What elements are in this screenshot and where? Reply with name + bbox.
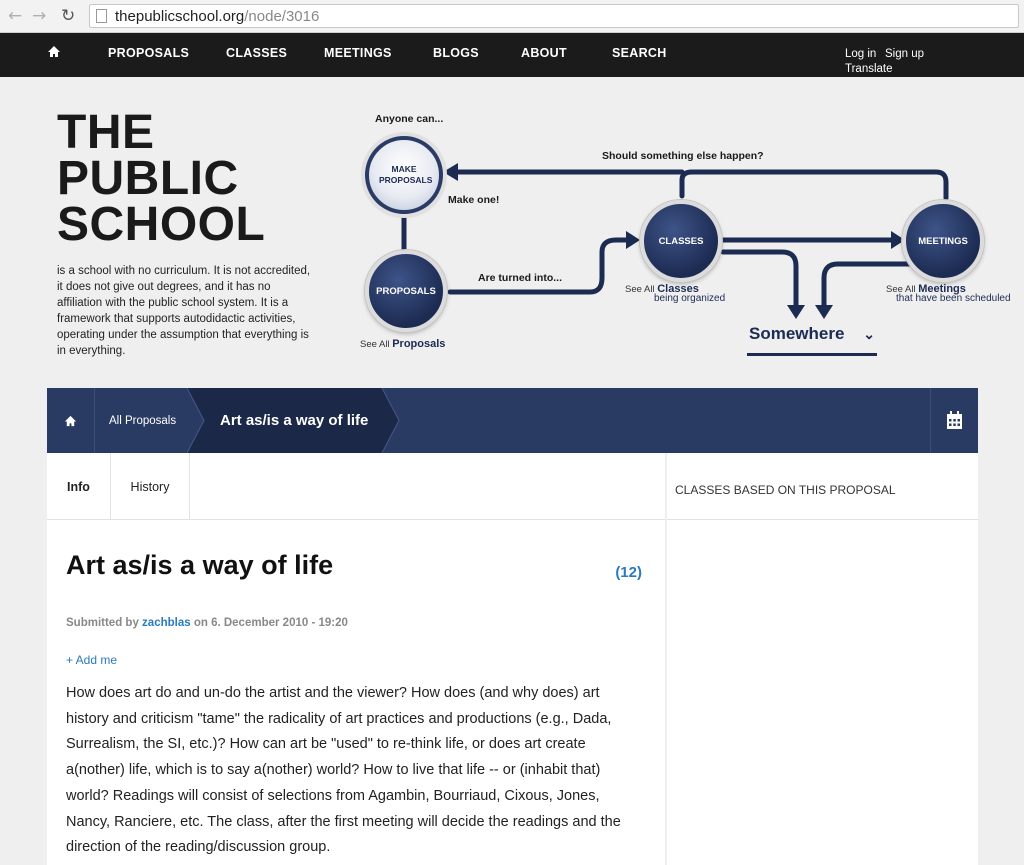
- proposal-body: How does art do and un-do the artist and…: [66, 685, 621, 856]
- home-icon[interactable]: [47, 45, 61, 59]
- diagram-make-one: Make one!: [448, 194, 500, 206]
- diagram-turned-into: Are turned into...: [478, 272, 562, 284]
- meetings-subtitle: that have been scheduled: [896, 293, 1011, 304]
- proposal-content: Info History Art as/is a way of life (12…: [47, 453, 665, 865]
- proposals-circle[interactable]: PROPOSALS: [365, 250, 447, 332]
- home-icon: [64, 415, 77, 427]
- see-all-proposals-link[interactable]: See All Proposals: [360, 338, 445, 350]
- sidebar: CLASSES BASED ON THIS PROPOSAL: [667, 453, 978, 865]
- url-text[interactable]: thepublicschool.org/node/3016: [115, 8, 319, 25]
- proposals-circle-label: PROPOSALS: [376, 285, 436, 297]
- calendar-icon: [947, 411, 962, 429]
- meetings-circle[interactable]: MEETINGS: [902, 200, 984, 282]
- see-all-classes-link[interactable]: See All Classes being organized: [625, 283, 725, 304]
- reload-icon[interactable]: ↻: [61, 6, 75, 26]
- nav-blogs[interactable]: BLOGS: [433, 46, 479, 60]
- address-bar[interactable]: thepublicschool.org/node/3016: [89, 4, 1019, 28]
- see-all-proposals-label: Proposals: [392, 338, 446, 350]
- breadcrumb: All Proposals Art as/is a way of life: [47, 388, 978, 453]
- breadcrumb-current: Art as/is a way of life: [187, 388, 400, 453]
- site-nav: PROPOSALS CLASSES MEETINGS BLOGS ABOUT S…: [0, 33, 1024, 77]
- browser-toolbar: ← → ↻ thepublicschool.org/node/3016: [0, 0, 1024, 33]
- nav-proposals[interactable]: PROPOSALS: [108, 46, 189, 60]
- calendar-button[interactable]: [930, 388, 978, 453]
- classes-circle[interactable]: CLASSES: [640, 200, 722, 282]
- page-icon: [96, 9, 107, 23]
- diagram-should-something: Should something else happen?: [602, 150, 764, 162]
- forward-arrow-icon[interactable]: →: [32, 6, 46, 26]
- somewhere-dropdown[interactable]: Somewhere ⌄: [747, 324, 877, 356]
- submitted-info: Submitted by zachblas on 6. December 201…: [66, 617, 348, 629]
- make-proposals-button[interactable]: MAKE PROPOSALS: [365, 136, 443, 214]
- tab-history-label: History: [130, 479, 170, 494]
- somewhere-label: Somewhere: [749, 324, 845, 343]
- logo-line: SCHOOL: [57, 198, 266, 251]
- classes-circle-label: CLASSES: [658, 235, 704, 247]
- add-me-link[interactable]: + Add me: [66, 653, 117, 667]
- logo-line: THE: [57, 106, 155, 159]
- sidebar-header: CLASSES BASED ON THIS PROPOSAL: [667, 453, 978, 520]
- submitted-prefix: Submitted by: [66, 617, 139, 629]
- nav-meetings[interactable]: MEETINGS: [324, 46, 392, 60]
- tab-history[interactable]: History: [111, 453, 190, 520]
- school-description: is a school with no curriculum. It is no…: [57, 265, 311, 357]
- nav-classes[interactable]: CLASSES: [226, 46, 287, 60]
- translate-link[interactable]: Translate: [845, 63, 893, 75]
- see-all-label: See All: [625, 284, 655, 295]
- nav-about[interactable]: ABOUT: [521, 46, 567, 60]
- see-all-label: See All: [360, 339, 390, 350]
- breadcrumb-current-label: Art as/is a way of life: [220, 412, 369, 429]
- submitted-date: on 6. December 2010 - 19:20: [193, 617, 348, 629]
- see-all-meetings-link[interactable]: See All Meetings that have been schedule…: [886, 283, 1011, 304]
- nav-search[interactable]: SEARCH: [612, 46, 667, 60]
- sidebar-heading: CLASSES BASED ON THIS PROPOSAL: [675, 483, 896, 497]
- diagram-anyone-can: Anyone can...: [375, 113, 444, 125]
- classes-subtitle: being organized: [654, 293, 726, 304]
- make-proposals-label: MAKE PROPOSALS: [379, 164, 433, 185]
- logo-line: PUBLIC: [57, 152, 239, 205]
- comment-count[interactable]: (12): [615, 564, 642, 581]
- tab-info-label: Info: [67, 479, 90, 494]
- breadcrumb-home[interactable]: [47, 388, 95, 453]
- chevron-down-icon: ⌄: [863, 326, 875, 342]
- tab-info[interactable]: Info: [47, 453, 111, 520]
- breadcrumb-all-proposals[interactable]: All Proposals: [109, 415, 176, 427]
- tab-bar: Info History: [47, 453, 665, 520]
- signup-link[interactable]: Sign up: [885, 48, 924, 60]
- login-link[interactable]: Log in: [845, 48, 876, 60]
- site-logo[interactable]: THE PUBLIC SCHOOL: [57, 106, 266, 251]
- page-title: Art as/is a way of life: [66, 550, 334, 580]
- flow-diagram: Anyone can... MAKE PROPOSALS Make one! S…: [340, 100, 1024, 370]
- author-link[interactable]: zachblas: [142, 617, 191, 629]
- back-arrow-icon[interactable]: ←: [8, 6, 22, 26]
- meetings-circle-label: MEETINGS: [918, 235, 968, 247]
